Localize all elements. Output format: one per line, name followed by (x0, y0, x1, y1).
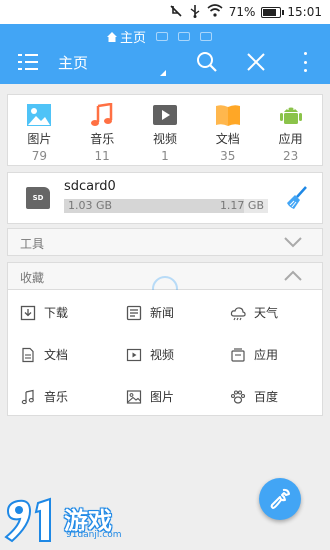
watermark-url: 91danji.com (66, 530, 122, 540)
music-icon (91, 103, 113, 126)
mute-icon (169, 4, 183, 21)
watermark-logo (4, 497, 51, 543)
search-icon[interactable] (196, 51, 218, 73)
storage-total: 1.17 GB (219, 199, 264, 212)
android-icon (279, 107, 302, 124)
favorites-grid: 下载 新闻 天气 文档 视频 应用 音乐 图片 百度 (7, 290, 323, 416)
tools-fab-button[interactable] (259, 478, 301, 520)
favorite-item[interactable]: 图片 (126, 388, 174, 405)
document-icon (215, 105, 240, 126)
image-icon (126, 389, 142, 404)
favorite-item[interactable]: 新闻 (126, 304, 174, 321)
document-icon (22, 347, 34, 362)
favorite-label: 视频 (150, 348, 175, 362)
home-icon (107, 31, 117, 42)
storage-item[interactable]: SD sdcard0 1.03 GB 1.17 GB (7, 172, 323, 224)
category-apps[interactable]: 应用 23 (259, 95, 322, 165)
battery-percent: 71% (228, 5, 256, 19)
status-bar: 71% 15:01 (0, 0, 330, 24)
category-label: 文档 (215, 132, 240, 146)
favorite-label: 百度 (254, 390, 279, 404)
clock: 15:01 (287, 5, 322, 19)
news-icon (126, 305, 142, 320)
category-label: 视频 (152, 132, 177, 146)
tab-thumbnail-icon[interactable] (200, 32, 213, 41)
storage-used: 1.03 GB (68, 199, 113, 212)
storage-name: sdcard0 (64, 179, 116, 194)
watermark: 游戏 91danji.com (4, 497, 144, 547)
category-card: 图片 79 音乐 11 视频 1 文档 35 应用 23 (7, 94, 323, 166)
category-count: 23 (282, 149, 299, 163)
category-images[interactable]: 图片 79 (8, 95, 71, 165)
clean-icon[interactable] (284, 185, 310, 211)
music-icon (21, 389, 34, 404)
category-label: 音乐 (90, 132, 115, 146)
more-icon[interactable] (302, 52, 308, 72)
dropdown-icon[interactable] (160, 70, 166, 76)
menu-icon[interactable] (18, 54, 38, 70)
usb-icon (189, 4, 201, 21)
chevron-down-icon (284, 237, 302, 248)
tab-thumbnail-icon[interactable] (178, 32, 191, 41)
favorite-item[interactable]: 视频 (126, 346, 174, 363)
tools-section-label: 工具 (20, 237, 45, 251)
category-videos[interactable]: 视频 1 (134, 95, 197, 165)
battery-icon (261, 6, 285, 18)
chevron-up-icon (284, 270, 302, 281)
category-label: 图片 (27, 132, 52, 146)
favorite-label: 文档 (44, 348, 69, 362)
favorite-label: 应用 (254, 348, 279, 362)
category-documents[interactable]: 文档 35 (196, 95, 259, 165)
category-count: 11 (94, 149, 110, 163)
category-count: 1 (161, 149, 169, 163)
tab-strip: 主页 (106, 27, 213, 46)
category-music[interactable]: 音乐 11 (71, 95, 134, 165)
app-bar: 主页 主页 (0, 24, 330, 84)
favorite-item[interactable]: 音乐 (20, 388, 68, 405)
weather-icon (230, 306, 246, 320)
favorite-label: 天气 (254, 306, 279, 320)
wifi-icon (207, 4, 223, 20)
category-count: 79 (31, 149, 48, 163)
favorite-item[interactable]: 文档 (20, 346, 68, 363)
paw-icon (230, 389, 246, 404)
category-label: 应用 (278, 132, 303, 146)
tab-thumbnail-icon[interactable] (156, 32, 169, 41)
favorite-label: 新闻 (150, 306, 175, 320)
favorite-item[interactable]: 百度 (230, 388, 278, 405)
storage-usage-bar: 1.03 GB 1.17 GB (64, 199, 268, 213)
video-icon (126, 348, 142, 361)
favorites-section-label: 收藏 (20, 271, 45, 285)
favorite-item[interactable]: 应用 (230, 346, 278, 363)
app-icon (231, 347, 245, 362)
favorite-item[interactable]: 天气 (230, 304, 278, 321)
favorite-item[interactable]: 下载 (20, 304, 68, 321)
image-icon (27, 104, 52, 126)
video-icon (152, 105, 177, 125)
close-icon[interactable] (245, 51, 267, 73)
tools-section-header[interactable]: 工具 (7, 228, 323, 256)
favorite-label: 图片 (150, 390, 175, 404)
sd-card-icon: SD (26, 187, 50, 209)
tab-home-label: 主页 (120, 31, 147, 46)
favorite-label: 音乐 (44, 390, 69, 404)
page-title[interactable]: 主页 (58, 52, 88, 73)
category-count: 35 (220, 149, 236, 163)
download-icon (20, 305, 36, 320)
favorite-label: 下载 (44, 306, 69, 320)
tab-home[interactable]: 主页 (106, 27, 146, 46)
wrench-icon (270, 488, 290, 509)
